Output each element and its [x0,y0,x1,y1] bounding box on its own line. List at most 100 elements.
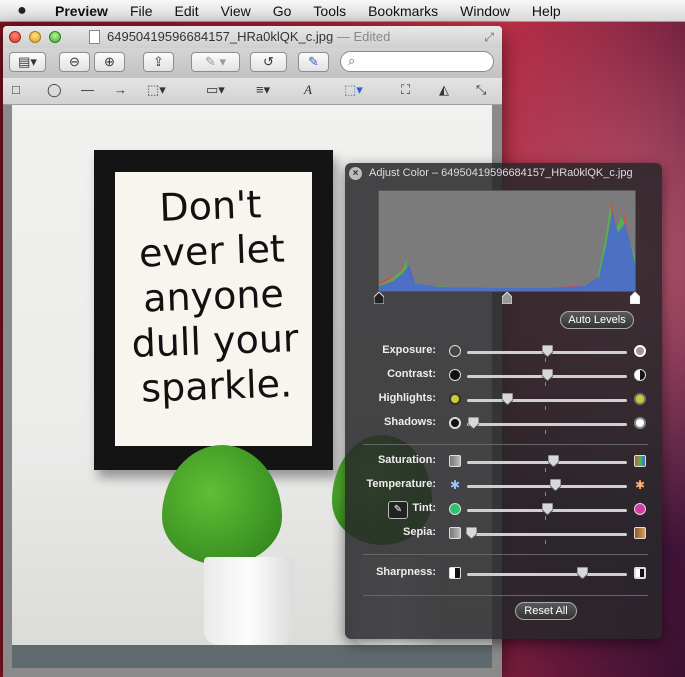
divider [363,444,648,445]
saturation-high-icon [634,455,646,467]
sepia-slider-knob[interactable] [466,527,478,539]
exposure-label: Exposure: [382,344,436,356]
rectangle-shape-icon[interactable]: □ [12,82,20,97]
slider-tick [545,430,546,434]
sharpness-slider[interactable] [467,573,627,576]
contrast-slider-knob[interactable] [541,369,553,381]
line-icon[interactable]: — [81,82,94,97]
zoom-out-button[interactable]: ⊖ [59,52,90,72]
sepia-row: Sepia: [345,523,662,545]
minimize-window-button[interactable] [29,31,41,43]
text-box-icon[interactable]: ⬚▾ [147,82,166,98]
slider-tick [545,516,546,520]
menu-edit[interactable]: Edit [164,0,210,22]
crop-icon[interactable]: ⛶ [401,82,410,98]
saturation-low-icon [449,455,461,467]
title-bar[interactable]: 64950419596684157_HRa0klQK_c.jpg — Edite… [3,26,502,48]
quote-line: anyone [142,271,285,321]
menu-preview[interactable]: Preview [44,0,119,22]
edited-status: — Edited [336,29,391,44]
highlights-row: Highlights: [345,389,662,411]
temperature-label: Temperature: [366,478,436,490]
aperture-dim-icon [449,345,461,357]
white-point-handle[interactable] [630,292,640,304]
menu-window[interactable]: Window [449,0,521,22]
slider-tick [545,540,546,544]
close-panel-button[interactable]: × [349,167,362,180]
sepia-slider[interactable] [467,533,627,536]
sharpness-row: Sharpness: [345,563,662,585]
adjust-size-icon[interactable]: ⤡ [476,82,486,98]
reset-all-button[interactable]: Reset All [515,602,577,620]
flower-pot [204,557,294,645]
edit-toolbar-button[interactable]: ✎ [298,52,329,72]
zoom-window-button[interactable] [49,31,61,43]
toolbar: ▤▾ ⊖ ⊕ ⇪ ✎ ▾ ↺ ✎ ⌕ [3,48,502,78]
shadows-label: Shadows: [384,416,436,428]
quote-line: ever let [138,226,286,276]
saturation-slider-knob[interactable] [547,455,559,467]
color-picker-icon[interactable]: ▭▾ [206,82,225,98]
tint-magenta-icon [634,503,646,515]
rotate-button[interactable]: ↺ [250,52,287,72]
divider [363,595,648,596]
shadows-high-icon [634,417,646,429]
oval-shape-icon[interactable]: ◯ [47,82,62,98]
menu-tools[interactable]: Tools [302,0,357,22]
menu-go[interactable]: Go [262,0,303,22]
view-menu-button[interactable]: ▤▾ [9,52,46,72]
highlights-slider[interactable] [467,399,627,402]
menu-bookmarks[interactable]: Bookmarks [357,0,449,22]
temperature-slider[interactable] [467,485,627,488]
shelf [12,645,492,668]
exposure-row: Exposure: [345,341,662,363]
picture-frame: Don't ever let anyone dull your sparkle. [94,150,333,470]
highlights-label: Highlights: [378,392,436,404]
sharpness-label: Sharpness: [376,566,436,578]
selection-tool-icon[interactable]: ⬚▾ [344,82,363,98]
eyedropper-button[interactable]: ✎ [388,501,408,519]
shadows-slider-knob[interactable] [467,417,479,429]
adjust-color-icon[interactable]: ◭ [439,82,449,98]
exposure-slider-knob[interactable] [541,345,553,357]
highlights-high-icon [634,393,646,405]
search-field[interactable]: ⌕ [340,51,494,72]
sepia-label: Sepia: [402,526,436,538]
quote-line: sparkle. [140,361,293,411]
contrast-low-icon [449,369,461,381]
midtone-handle[interactable] [502,292,512,304]
adjust-color-panel[interactable]: × Adjust Color – 64950419596684157_HRa0k… [345,163,662,639]
auto-levels-button[interactable]: Auto Levels [560,311,634,329]
temperature-slider-knob[interactable] [549,479,561,491]
arrow-icon[interactable]: → [114,82,127,97]
aperture-bright-icon [634,345,646,357]
menu-help[interactable]: Help [521,0,572,22]
shadows-low-icon [449,417,461,429]
document-proxy-icon[interactable] [89,30,100,44]
font-icon[interactable]: A [304,82,312,98]
menu-file[interactable]: File [119,0,164,22]
apple-menu-icon[interactable]: ● [0,2,44,20]
sharpness-slider-knob[interactable] [576,567,588,579]
saturation-row: Saturation: [345,451,662,473]
close-window-button[interactable] [9,31,21,43]
shadows-row: Shadows: [345,413,662,435]
signature-button[interactable]: ✎ ▾ [191,52,240,72]
shadows-slider[interactable] [467,423,627,426]
black-point-handle[interactable] [374,292,384,304]
sepia-high-icon [634,527,646,539]
menu-view[interactable]: View [210,0,262,22]
sepia-low-icon [449,527,461,539]
divider [363,554,648,555]
zoom-in-button[interactable]: ⊕ [94,52,125,72]
quote-line: Don't [158,182,263,230]
fullscreen-icon[interactable]: ⤢ [484,30,494,45]
window-title: 64950419596684157_HRa0klQK_c.jpg — Edite… [107,29,390,44]
tint-slider-knob[interactable] [541,503,553,515]
line-weight-icon[interactable]: ≡▾ [256,82,270,98]
saturation-label: Saturation: [377,454,436,466]
contrast-label: Contrast: [387,368,436,380]
highlights-slider-knob[interactable] [501,393,513,405]
slider-tick [545,406,546,410]
share-button[interactable]: ⇪ [143,52,174,72]
